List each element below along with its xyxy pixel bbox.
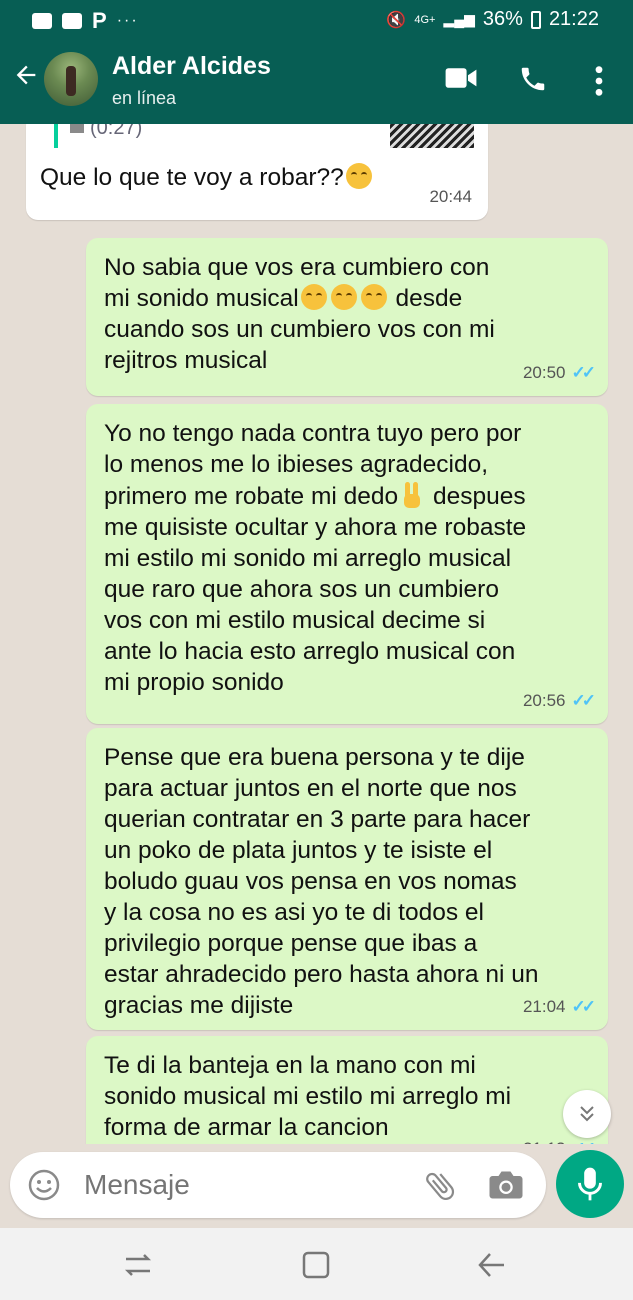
message-line: ante lo hacia esto arreglo musical con [104,638,516,665]
battery-icon [530,10,541,29]
message-line: boludo guau vos pensa en vos nomas [104,868,517,895]
message-line: forma de armar la cancion [104,1114,389,1141]
read-ticks-icon: ✓✓ [571,691,596,710]
emoji-icon[interactable] [28,1169,60,1201]
message-text: No sabia que vos era cumbiero con mi son… [104,252,590,376]
attach-icon[interactable] [422,1168,458,1204]
back-icon[interactable] [476,1250,508,1280]
message-line-part: desde [395,285,463,312]
time-label: 21:13 [523,1133,566,1144]
message-line: cuando sos un cumbiero vos con mi [104,316,495,343]
message-line: que raro que ahora sos un cumbiero [104,576,499,603]
chat-area[interactable]: (0:27) Que lo que te voy a robar?? 20:44… [0,124,633,1144]
message-line-part: despues [432,483,526,510]
more-options-icon[interactable] [586,64,612,98]
quoted-thumbnail [390,124,474,148]
message-outgoing[interactable]: Pense que era buena persona y te dije pa… [86,728,608,1030]
message-line-part: primero me robate mi dedo [104,483,399,510]
read-ticks-icon: ✓✓ [571,997,596,1016]
home-icon[interactable] [300,1250,332,1280]
more-notifications-icon: ··· [116,12,139,29]
victory-hand-emoji-icon [404,482,421,508]
recent-apps-icon[interactable] [122,1250,154,1280]
message-line: privilegio porque pense que ibas a [104,930,478,957]
message-line-part: mi sonido musical [104,285,299,312]
phone-icon[interactable] [518,64,548,94]
message-line: querian contratar en 3 parte para hacer [104,806,531,833]
message-line: lo menos me lo ibieses agradecido, [104,451,489,478]
message-line: Te di la banteja en la mano con mi [104,1052,476,1079]
back-arrow-icon[interactable] [12,58,40,98]
message-line: mi estilo mi sonido mi arreglo musical [104,545,512,572]
message-line: rejitros musical [104,347,268,374]
message-line: sonido musical mi estilo mi arreglo mi [104,1083,512,1110]
status-bar: P ··· 🔇 4G+ ▂▄▆ 36% 21:22 [0,0,633,40]
message-text: Te di la banteja en la mano con mi sonid… [104,1050,590,1143]
notification-icons: P ··· [32,8,139,34]
read-ticks-icon: ✓✓ [571,363,596,382]
message-line: No sabia que vos era cumbiero con [104,254,490,281]
network-type: 4G+ [414,13,436,26]
camera-icon[interactable] [488,1168,524,1202]
contact-status: en línea [112,88,177,108]
message-input[interactable] [84,1167,384,1203]
youtube-notification-icon [32,13,52,29]
message-line: gracias me dijiste [104,992,294,1019]
message-text: Yo no tengo nada contra tuyo pero por lo… [104,418,590,698]
system-nav-bar [0,1228,633,1300]
message-text: Que lo que te voy a robar?? [40,162,374,193]
message-line: primero me robate mi dedo despues [104,480,590,512]
message-text: Pense que era buena persona y te dije pa… [104,742,590,1021]
time-label: 20:56 [522,691,566,710]
message-notification-icon [62,13,82,29]
clock: 21:22 [548,8,599,30]
message-text-content: Que lo que te voy a robar?? [40,164,344,191]
signal-icon: ▂▄▆ [443,11,475,27]
chat-header: Alder Alcides en línea [0,40,633,124]
message-line: y la cosa no es asi yo te di todos el [104,899,484,926]
message-line: Pense que era buena persona y te dije [104,744,525,771]
message-line: estar ahradecido pero hasta ahora ni un [104,961,539,988]
message-outgoing[interactable]: Te di la banteja en la mano con mi sonid… [86,1036,608,1144]
video-icon [70,124,84,133]
message-outgoing[interactable]: Yo no tengo nada contra tuyo pero por lo… [86,404,608,724]
battery-percent: 36% [482,8,523,30]
message-line: me quisiste ocultar y ahora me robaste [104,514,527,541]
message-line: mi propio sonido [104,669,284,696]
time-label: 21:04 [522,997,566,1016]
message-line: un poko de plata juntos y te isiste el [104,837,493,864]
contact-name[interactable]: Alder Alcides [112,52,271,81]
message-line: vos con mi estilo musical decime si [104,607,486,634]
message-outgoing[interactable]: No sabia que vos era cumbiero con mi son… [86,238,608,396]
message-line: mi sonido musical desde [104,283,590,314]
message-incoming[interactable]: (0:27) Que lo que te voy a robar?? 20:44 [26,124,488,220]
quoted-duration: (0:27) [90,124,143,139]
message-time: 20:44 [429,181,472,212]
time-label: 20:50 [522,363,566,382]
message-line: para actuar juntos en el norte que nos [104,775,517,802]
crying-laughing-emoji-icon [300,284,327,310]
message-composer [10,1152,546,1218]
video-call-icon[interactable] [444,64,478,92]
crying-laughing-emoji-icon [360,284,387,310]
scroll-down-icon[interactable] [563,1090,611,1138]
crying-laughing-emoji-icon [330,284,357,310]
smirk-emoji-icon [345,163,372,189]
time-label: 20:44 [429,187,472,206]
message-time: 20:56 ✓✓ [522,685,596,716]
message-line: Yo no tengo nada contra tuyo pero por [104,420,522,447]
mute-icon: 🔇 [386,11,407,29]
avatar[interactable] [44,52,98,106]
message-time: 21:04 ✓✓ [522,991,596,1022]
message-time: 20:50 ✓✓ [522,357,596,388]
system-status: 🔇 4G+ ▂▄▆ 36% 21:22 [386,8,599,31]
mic-button[interactable] [556,1150,624,1218]
parking-notification-icon: P [92,8,107,33]
mic-icon [578,1167,602,1201]
